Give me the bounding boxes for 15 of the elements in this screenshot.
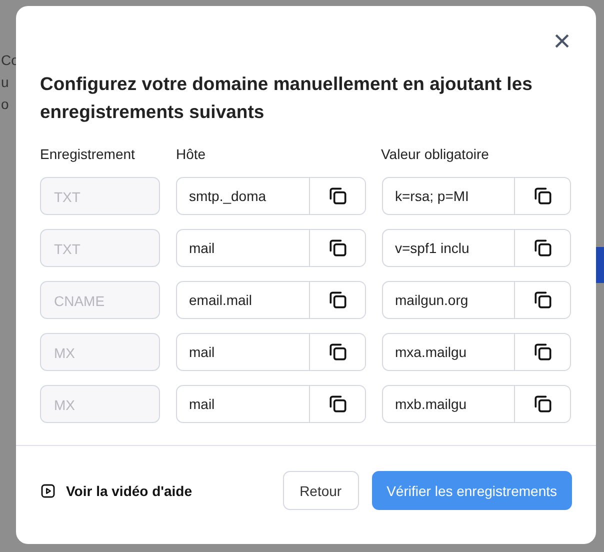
- record-type-field: MX: [40, 333, 160, 371]
- background-text: o: [1, 95, 10, 114]
- record-type-field: MX: [40, 385, 160, 423]
- record-type-field: TXT: [40, 229, 160, 267]
- back-button[interactable]: Retour: [282, 471, 359, 510]
- record-type-field: TXT: [40, 177, 160, 215]
- column-header: Valeur obligatoire: [381, 146, 490, 162]
- record-type-field: CNAME: [40, 281, 160, 319]
- close-button[interactable]: ×: [550, 30, 574, 54]
- column-header: Hôte: [176, 146, 207, 162]
- help-link[interactable]: Voir la vidéo d'aide: [40, 482, 192, 498]
- column-header: Enregistrement: [40, 146, 136, 162]
- play-icon: [40, 482, 56, 498]
- dialog-title: Configurez votre domaine manuellement en ajoutant les enregistrements suivants: [39, 72, 534, 124]
- background-text: u: [1, 73, 10, 92]
